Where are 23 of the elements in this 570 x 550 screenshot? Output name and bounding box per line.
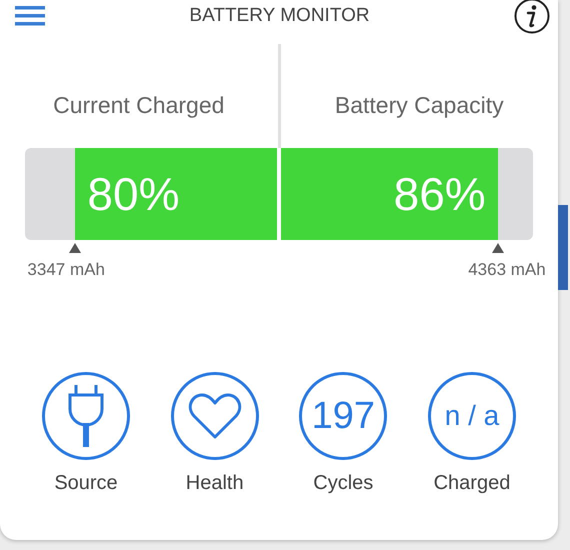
info-icon[interactable] [514, 0, 550, 34]
pointer-icon [492, 243, 504, 253]
stat-label: Charged [434, 472, 510, 495]
stat-circle[interactable]: 197 [299, 372, 388, 460]
stat-circle[interactable] [170, 372, 259, 460]
percent-value: 86% [394, 167, 486, 221]
stat-circle[interactable]: n / a [428, 372, 516, 460]
stat-label: Source [54, 472, 118, 495]
stat-circle[interactable] [42, 372, 130, 460]
charged-value: n / a [444, 400, 500, 432]
gauge-heading: Battery Capacity [334, 92, 504, 118]
menu-icon[interactable] [15, 6, 45, 26]
capacity-reading: 3347 mAh [27, 260, 105, 280]
window-title: BATTERY MONITOR [189, 5, 370, 27]
capacity-reading: 4363 mAh [468, 260, 546, 280]
cycle-count: 197 [312, 394, 376, 438]
gauge-heading: Current Charged [53, 92, 224, 118]
stat-label: Health [186, 472, 244, 495]
percent-value: 80% [87, 167, 180, 221]
plug-icon [68, 385, 104, 447]
stat-label: Cycles [313, 472, 374, 495]
pointer-icon [69, 243, 82, 253]
heart-icon [188, 392, 242, 440]
